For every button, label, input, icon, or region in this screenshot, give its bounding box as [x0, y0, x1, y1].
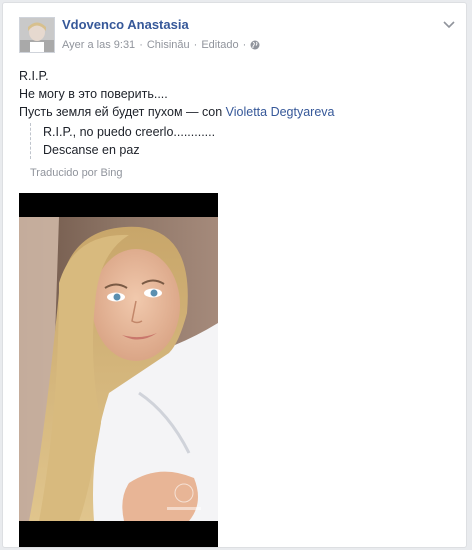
translation-line: Descanse en paz — [43, 143, 140, 157]
post-line: R.I.P. — [19, 69, 49, 83]
edited-label[interactable]: Editado — [201, 39, 238, 51]
translation-line: R.I.P., no puedo creerlo............ — [43, 125, 216, 139]
post-photo[interactable] — [19, 193, 218, 547]
post-timestamp[interactable]: Ayer a las 9:31 — [62, 39, 135, 51]
tagged-user-link[interactable]: Violetta Degtyareva — [226, 105, 335, 119]
translation-credit[interactable]: Traducido por Bing — [30, 167, 123, 179]
author-name-link[interactable]: Vdovenco Anastasia — [62, 17, 189, 32]
post-line: Пусть земля ей будет пухом — con Violett… — [19, 103, 335, 121]
post-body: R.I.P. Не могу в это поверить.... Пусть … — [19, 67, 335, 121]
meta-separator: · — [193, 39, 198, 51]
post-line: Не могу в это поверить.... — [19, 87, 168, 101]
meta-separator: · — [139, 39, 143, 51]
post-line-text: Пусть земля ей будет пухом — con — [19, 105, 226, 119]
meta-separator: · — [242, 39, 247, 51]
translation-block: R.I.P., no puedo creerlo............ Des… — [30, 123, 215, 159]
globe-icon[interactable] — [250, 40, 260, 50]
post-card: Vdovenco Anastasia Ayer a las 9:31 · Chi… — [2, 2, 467, 548]
post-location[interactable]: Chisinău — [147, 39, 190, 51]
post-meta: Ayer a las 9:31 · Chisinău · Editado · — [62, 39, 260, 51]
avatar[interactable] — [19, 17, 55, 53]
chevron-down-icon[interactable] — [442, 17, 456, 29]
